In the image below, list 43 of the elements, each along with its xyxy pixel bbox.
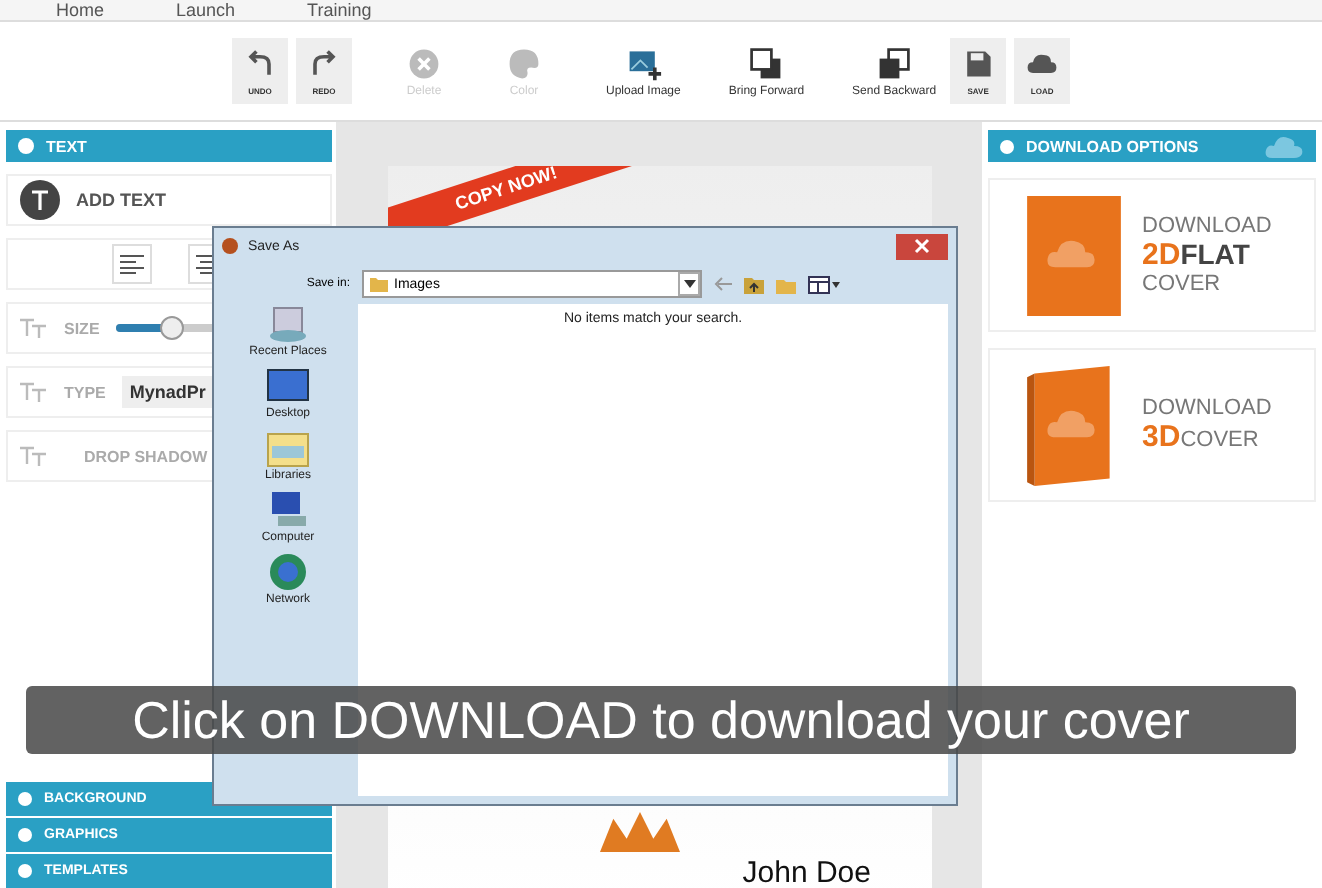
download-option[interactable]: DOWNLOAD 3DCOVER <box>988 348 1316 502</box>
close-icon <box>914 238 930 254</box>
format-label: 3DCOVER <box>1142 420 1261 454</box>
desktop-icon <box>265 366 310 406</box>
nav-link[interactable]: Training <box>307 0 372 20</box>
video-caption: Click on DOWNLOAD to download your cover <box>26 686 1296 754</box>
palette-icon <box>506 45 542 81</box>
download-label: DOWNLOAD <box>1142 396 1272 420</box>
libraries-icon <box>265 428 310 468</box>
align-left-icon <box>119 254 143 274</box>
layers-icon <box>748 45 785 81</box>
shadow-icon <box>20 446 48 466</box>
app-icon <box>222 238 238 254</box>
text-size-icon <box>20 318 48 338</box>
author-name: John Doe <box>742 856 871 888</box>
align-left-button[interactable] <box>111 244 151 284</box>
text-icon <box>20 180 60 220</box>
size-label: SIZE <box>64 319 100 337</box>
close-icon <box>406 45 442 81</box>
download-option[interactable]: DOWNLOAD 2DFLAT COVER <box>988 178 1316 332</box>
folder-up-icon[interactable] <box>744 275 764 293</box>
format-label: 2DFLAT <box>1142 238 1252 272</box>
nav-link[interactable]: Home <box>56 0 105 20</box>
cover-label: COVER <box>1142 272 1223 296</box>
cloud-icon <box>1264 134 1304 158</box>
cover-icon <box>1026 195 1122 315</box>
download-label: DOWNLOAD <box>1142 214 1272 238</box>
recent-places-icon <box>266 304 310 344</box>
type-label: TYPE <box>64 383 106 401</box>
font-select[interactable]: MynadPr <box>121 376 214 408</box>
image-icon <box>625 45 662 81</box>
layers-icon <box>876 45 913 81</box>
close-button[interactable] <box>896 233 948 259</box>
folder-icon <box>370 276 388 292</box>
ribbon-text: COPY NOW! <box>451 166 559 214</box>
panel-title: DOWNLOAD OPTIONS <box>1026 137 1201 155</box>
view-menu-icon[interactable] <box>808 275 840 293</box>
text-type-icon <box>20 382 48 402</box>
nav-link[interactable]: Launch <box>176 0 236 20</box>
add-text-label[interactable]: ADD TEXT <box>76 190 166 210</box>
panel-title: TEXT <box>46 137 87 155</box>
computer-icon <box>266 490 310 530</box>
network-icon <box>265 552 310 592</box>
